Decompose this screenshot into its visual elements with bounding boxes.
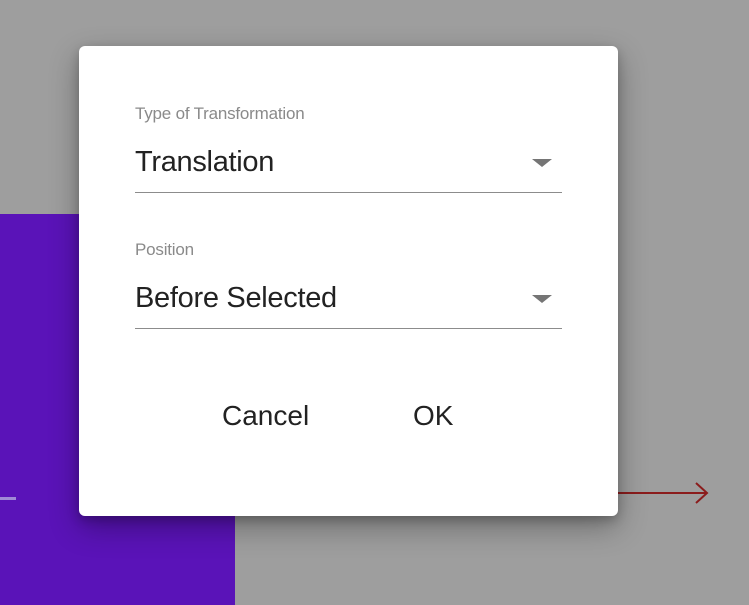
dialog-actions: Cancel OK bbox=[79, 396, 618, 436]
type-of-transformation-select[interactable]: Translation bbox=[135, 144, 562, 193]
type-of-transformation-label: Type of Transformation bbox=[135, 104, 305, 123]
dropdown-caret-icon[interactable] bbox=[532, 159, 552, 167]
position-field: Position Before Selected bbox=[135, 240, 562, 329]
position-label: Position bbox=[135, 240, 194, 259]
cancel-button[interactable]: Cancel bbox=[218, 396, 313, 436]
type-of-transformation-value: Translation bbox=[135, 146, 275, 178]
position-select[interactable]: Before Selected bbox=[135, 280, 562, 329]
ok-button[interactable]: OK bbox=[409, 396, 457, 436]
transformation-dialog: Type of Transformation Translation Posit… bbox=[79, 46, 618, 516]
type-of-transformation-field: Type of Transformation Translation bbox=[135, 104, 562, 193]
arrow-right-icon bbox=[610, 482, 709, 504]
dropdown-caret-icon[interactable] bbox=[532, 295, 552, 303]
position-value: Before Selected bbox=[135, 282, 337, 314]
canvas-tick-mark bbox=[0, 497, 16, 500]
